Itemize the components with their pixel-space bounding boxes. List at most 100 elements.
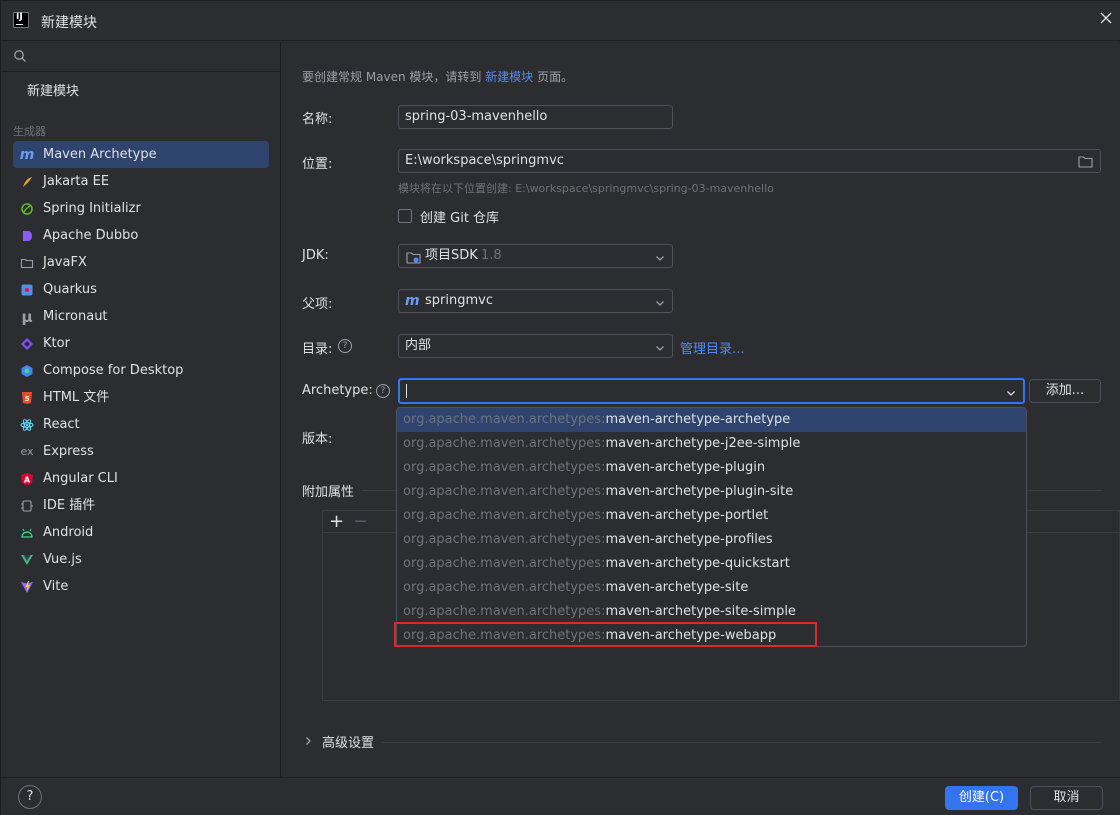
chevron-down-icon [654,340,666,352]
sidebar-search[interactable] [1,42,281,72]
sidebar-new-module[interactable]: 新建模块 [27,80,79,99]
sidebar-item-label: Vue.js [43,552,82,567]
android-icon [19,525,35,541]
sidebar-item-label: IDE 插件 [43,498,96,513]
sidebar-item-apache-dubbo[interactable]: Apache Dubbo [13,222,269,249]
archetype-option[interactable]: org.apache.maven.archetypes:maven-archet… [397,432,1026,456]
window-title: 新建模块 [41,15,97,31]
micronaut-icon: μ [21,308,33,326]
jdk-dropdown[interactable]: 项目SDK 1.8 [398,244,673,268]
advanced-settings-label: 高级设置 [322,736,375,751]
name-label: 名称: [302,112,333,127]
archetype-option[interactable]: org.apache.maven.archetypes:maven-archet… [397,456,1026,480]
archetype-option[interactable]: org.apache.maven.archetypes:maven-archet… [397,600,1026,624]
maven-icon: m [19,147,35,163]
chevron-down-icon [1005,385,1017,397]
archetype-popup-list: org.apache.maven.archetypes:maven-archet… [396,407,1027,647]
hint-text-suffix: 页面。 [533,70,574,84]
angular-icon: A [19,471,35,487]
sidebar-item-label: Jakarta EE [43,174,110,189]
spring-icon [19,201,35,217]
catalog-dropdown[interactable]: 内部 [398,334,673,358]
archetype-option[interactable]: org.apache.maven.archetypes:maven-archet… [397,504,1026,528]
regular-maven-hint: 要创建常规 Maven 模块，请转到 新建模块 页面。 [302,68,573,85]
sidebar-item-label: Angular CLI [43,471,118,486]
sidebar-item-micronaut[interactable]: μ Micronaut [13,303,269,330]
archetype-help-icon[interactable]: ? [376,384,390,398]
ide-plugin-icon [19,498,35,514]
name-field[interactable]: spring-03-mavenhello [398,105,673,129]
dubbo-icon [19,228,35,244]
vite-icon [19,579,35,595]
vue-icon [19,552,35,568]
sidebar-item-angular-cli[interactable]: A Angular CLI [13,465,269,492]
sidebar-item-express[interactable]: ex Express [13,438,269,465]
sidebar-item-label: HTML 文件 [43,390,110,405]
sidebar-item-react[interactable]: React [13,411,269,438]
location-hint: 模块将在以下位置创建: E:\workspace\springmvc\sprin… [398,182,774,195]
remove-property-button[interactable]: − [353,511,368,533]
sidebar-item-vuejs[interactable]: Vue.js [13,546,269,573]
generator-list: m Maven Archetype Jakarta EE Spring Init… [13,141,269,600]
catalog-value: 内部 [405,338,432,353]
maven-icon: m [405,293,420,309]
sidebar-item-javafx[interactable]: JavaFX [13,249,269,276]
sidebar-item-maven-archetype[interactable]: m Maven Archetype [13,141,269,168]
close-icon[interactable] [1097,11,1115,29]
sidebar-item-label: Spring Initializr [43,201,141,216]
sidebar-item-label: Micronaut [43,309,108,324]
location-field[interactable]: E:\workspace\springmvc [398,149,1101,173]
add-property-button[interactable]: + [329,511,344,533]
sidebar-item-label: Compose for Desktop [43,363,184,378]
sidebar-item-ktor[interactable]: Ktor [13,330,269,357]
archetype-option[interactable]: org.apache.maven.archetypes:maven-archet… [397,528,1026,552]
new-module-link[interactable]: 新建模块 [485,70,533,84]
archetype-option[interactable]: org.apache.maven.archetypes:maven-archet… [397,552,1026,576]
compose-icon [19,363,35,379]
archetype-option[interactable]: org.apache.maven.archetypes:maven-archet… [397,576,1026,600]
parent-label: 父项: [302,297,333,312]
search-icon[interactable] [13,49,27,67]
sidebar-item-html[interactable]: 5 HTML 文件 [13,384,269,411]
generator-sidebar: 新建模块 生成器 m Maven Archetype Jakarta EE Sp… [1,42,281,777]
version-label: 版本: [302,432,333,447]
hint-text: 要创建常规 Maven 模块，请转到 [302,70,486,84]
create-button[interactable]: 创建(C) [945,786,1018,810]
chevron-down-icon [654,295,666,307]
catalog-help-icon[interactable]: ? [338,339,352,353]
javafx-icon [19,255,35,271]
folder-icon[interactable] [1078,154,1093,176]
sidebar-item-label: React [43,417,80,432]
sidebar-item-compose-for-desktop[interactable]: Compose for Desktop [13,357,269,384]
manage-catalogs-link[interactable]: 管理目录... [680,338,744,357]
archetype-dropdown[interactable] [398,378,1025,404]
sidebar-item-label: Apache Dubbo [43,228,139,243]
sidebar-item-vite[interactable]: Vite [13,573,269,600]
chevron-down-icon [654,250,666,262]
sidebar-item-ide-plugin[interactable]: IDE 插件 [13,492,269,519]
text-cursor [406,384,407,398]
quarkus-icon [19,282,35,298]
generators-section-label: 生成器 [13,125,46,138]
sidebar-item-spring-initializr[interactable]: Spring Initializr [13,195,269,222]
create-git-checkbox[interactable] [398,209,412,223]
react-icon [19,417,35,433]
archetype-option[interactable]: org.apache.maven.archetypes:maven-archet… [397,408,1026,432]
sidebar-item-quarkus[interactable]: Quarkus [13,276,269,303]
express-icon: ex [20,445,34,458]
sidebar-item-label: Maven Archetype [43,147,157,162]
sidebar-item-label: Vite [43,579,69,594]
jakarta-ee-icon [19,174,35,190]
divider [382,742,1102,743]
catalog-label: 目录: [302,342,333,357]
add-archetype-button[interactable]: 添加... [1029,379,1101,403]
help-button[interactable]: ? [18,785,42,809]
sidebar-item-android[interactable]: Android [13,519,269,546]
sidebar-item-jakarta-ee[interactable]: Jakarta EE [13,168,269,195]
cancel-button[interactable]: 取消 [1030,786,1103,810]
jdk-label: JDK: [302,248,329,263]
archetype-option[interactable]: org.apache.maven.archetypes:maven-archet… [397,480,1026,504]
parent-dropdown[interactable]: m springmvc [398,289,673,313]
location-value: E:\workspace\springmvc [405,153,564,168]
create-git-label[interactable]: 创建 Git 仓库 [420,207,499,226]
